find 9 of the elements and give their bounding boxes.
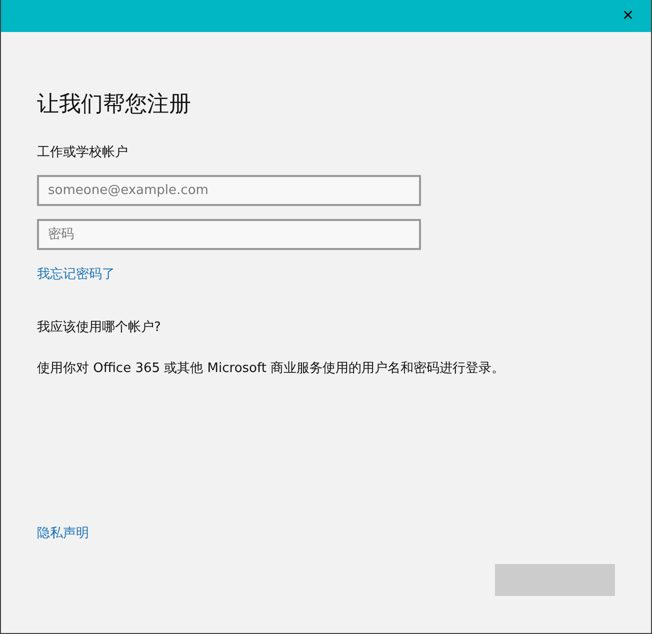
forgot-password-link[interactable]: 我忘记密码了 [37, 265, 115, 283]
help-text: 使用你对 Office 365 或其他 Microsoft 商业服务使用的用户名和密码进行登录。 [37, 360, 505, 377]
field-label: 工作或学校帐户 [37, 144, 128, 161]
close-button[interactable]: ✕ [613, 1, 643, 31]
help-heading: 我应该使用哪个帐户? [37, 319, 161, 336]
email-field[interactable]: someone@example.com [37, 175, 421, 206]
privacy-link[interactable]: 隐私声明 [37, 524, 89, 542]
password-field[interactable]: 密码 [37, 219, 421, 250]
page-title: 让我们帮您注册 [37, 91, 191, 119]
